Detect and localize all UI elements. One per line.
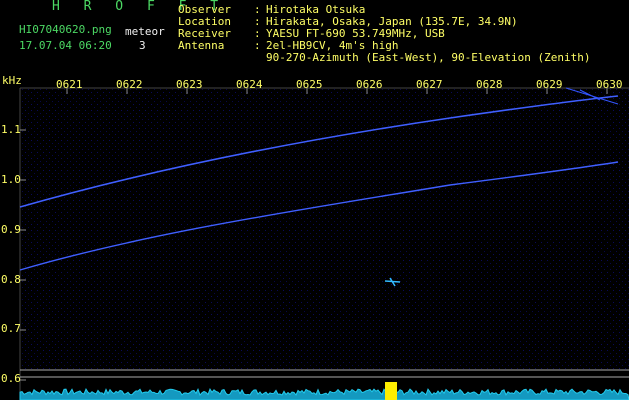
datetime-label: 17.07.04 06:20 xyxy=(19,39,112,52)
spectrogram-window: { "header": { "title": "H R O F F T", "f… xyxy=(0,0,629,400)
x-tick-label: 0625 xyxy=(296,78,323,91)
x-tick-label: 0629 xyxy=(536,78,563,91)
x-tick-label: 0626 xyxy=(356,78,383,91)
meteor-count-value: 3 xyxy=(139,39,146,52)
noise-background xyxy=(20,88,629,370)
y-tick-label: 1.0 xyxy=(1,173,21,186)
x-tick-label: 0627 xyxy=(416,78,443,91)
y-tick-label: 0.6 xyxy=(1,372,21,385)
y-tick-label: 0.9 xyxy=(1,223,21,236)
x-tick-label: 0622 xyxy=(116,78,143,91)
y-tick-label: 0.7 xyxy=(1,322,21,335)
meteor-burst-marker xyxy=(385,382,397,400)
y-tick-label: 0.8 xyxy=(1,273,21,286)
y-axis-unit: kHz xyxy=(2,74,22,87)
signal-baseline xyxy=(19,387,629,400)
x-tick-label: 0628 xyxy=(476,78,503,91)
x-tick-label: 0623 xyxy=(176,78,203,91)
y-tick-label: 1.1 xyxy=(1,123,21,136)
filename-label: HI07040620.png xyxy=(19,23,112,36)
x-tick-label: 0624 xyxy=(236,78,263,91)
meteor-count-label: meteor xyxy=(125,25,165,38)
x-tick-label: 0630 xyxy=(596,78,623,91)
x-tick-label: 0621 xyxy=(56,78,83,91)
